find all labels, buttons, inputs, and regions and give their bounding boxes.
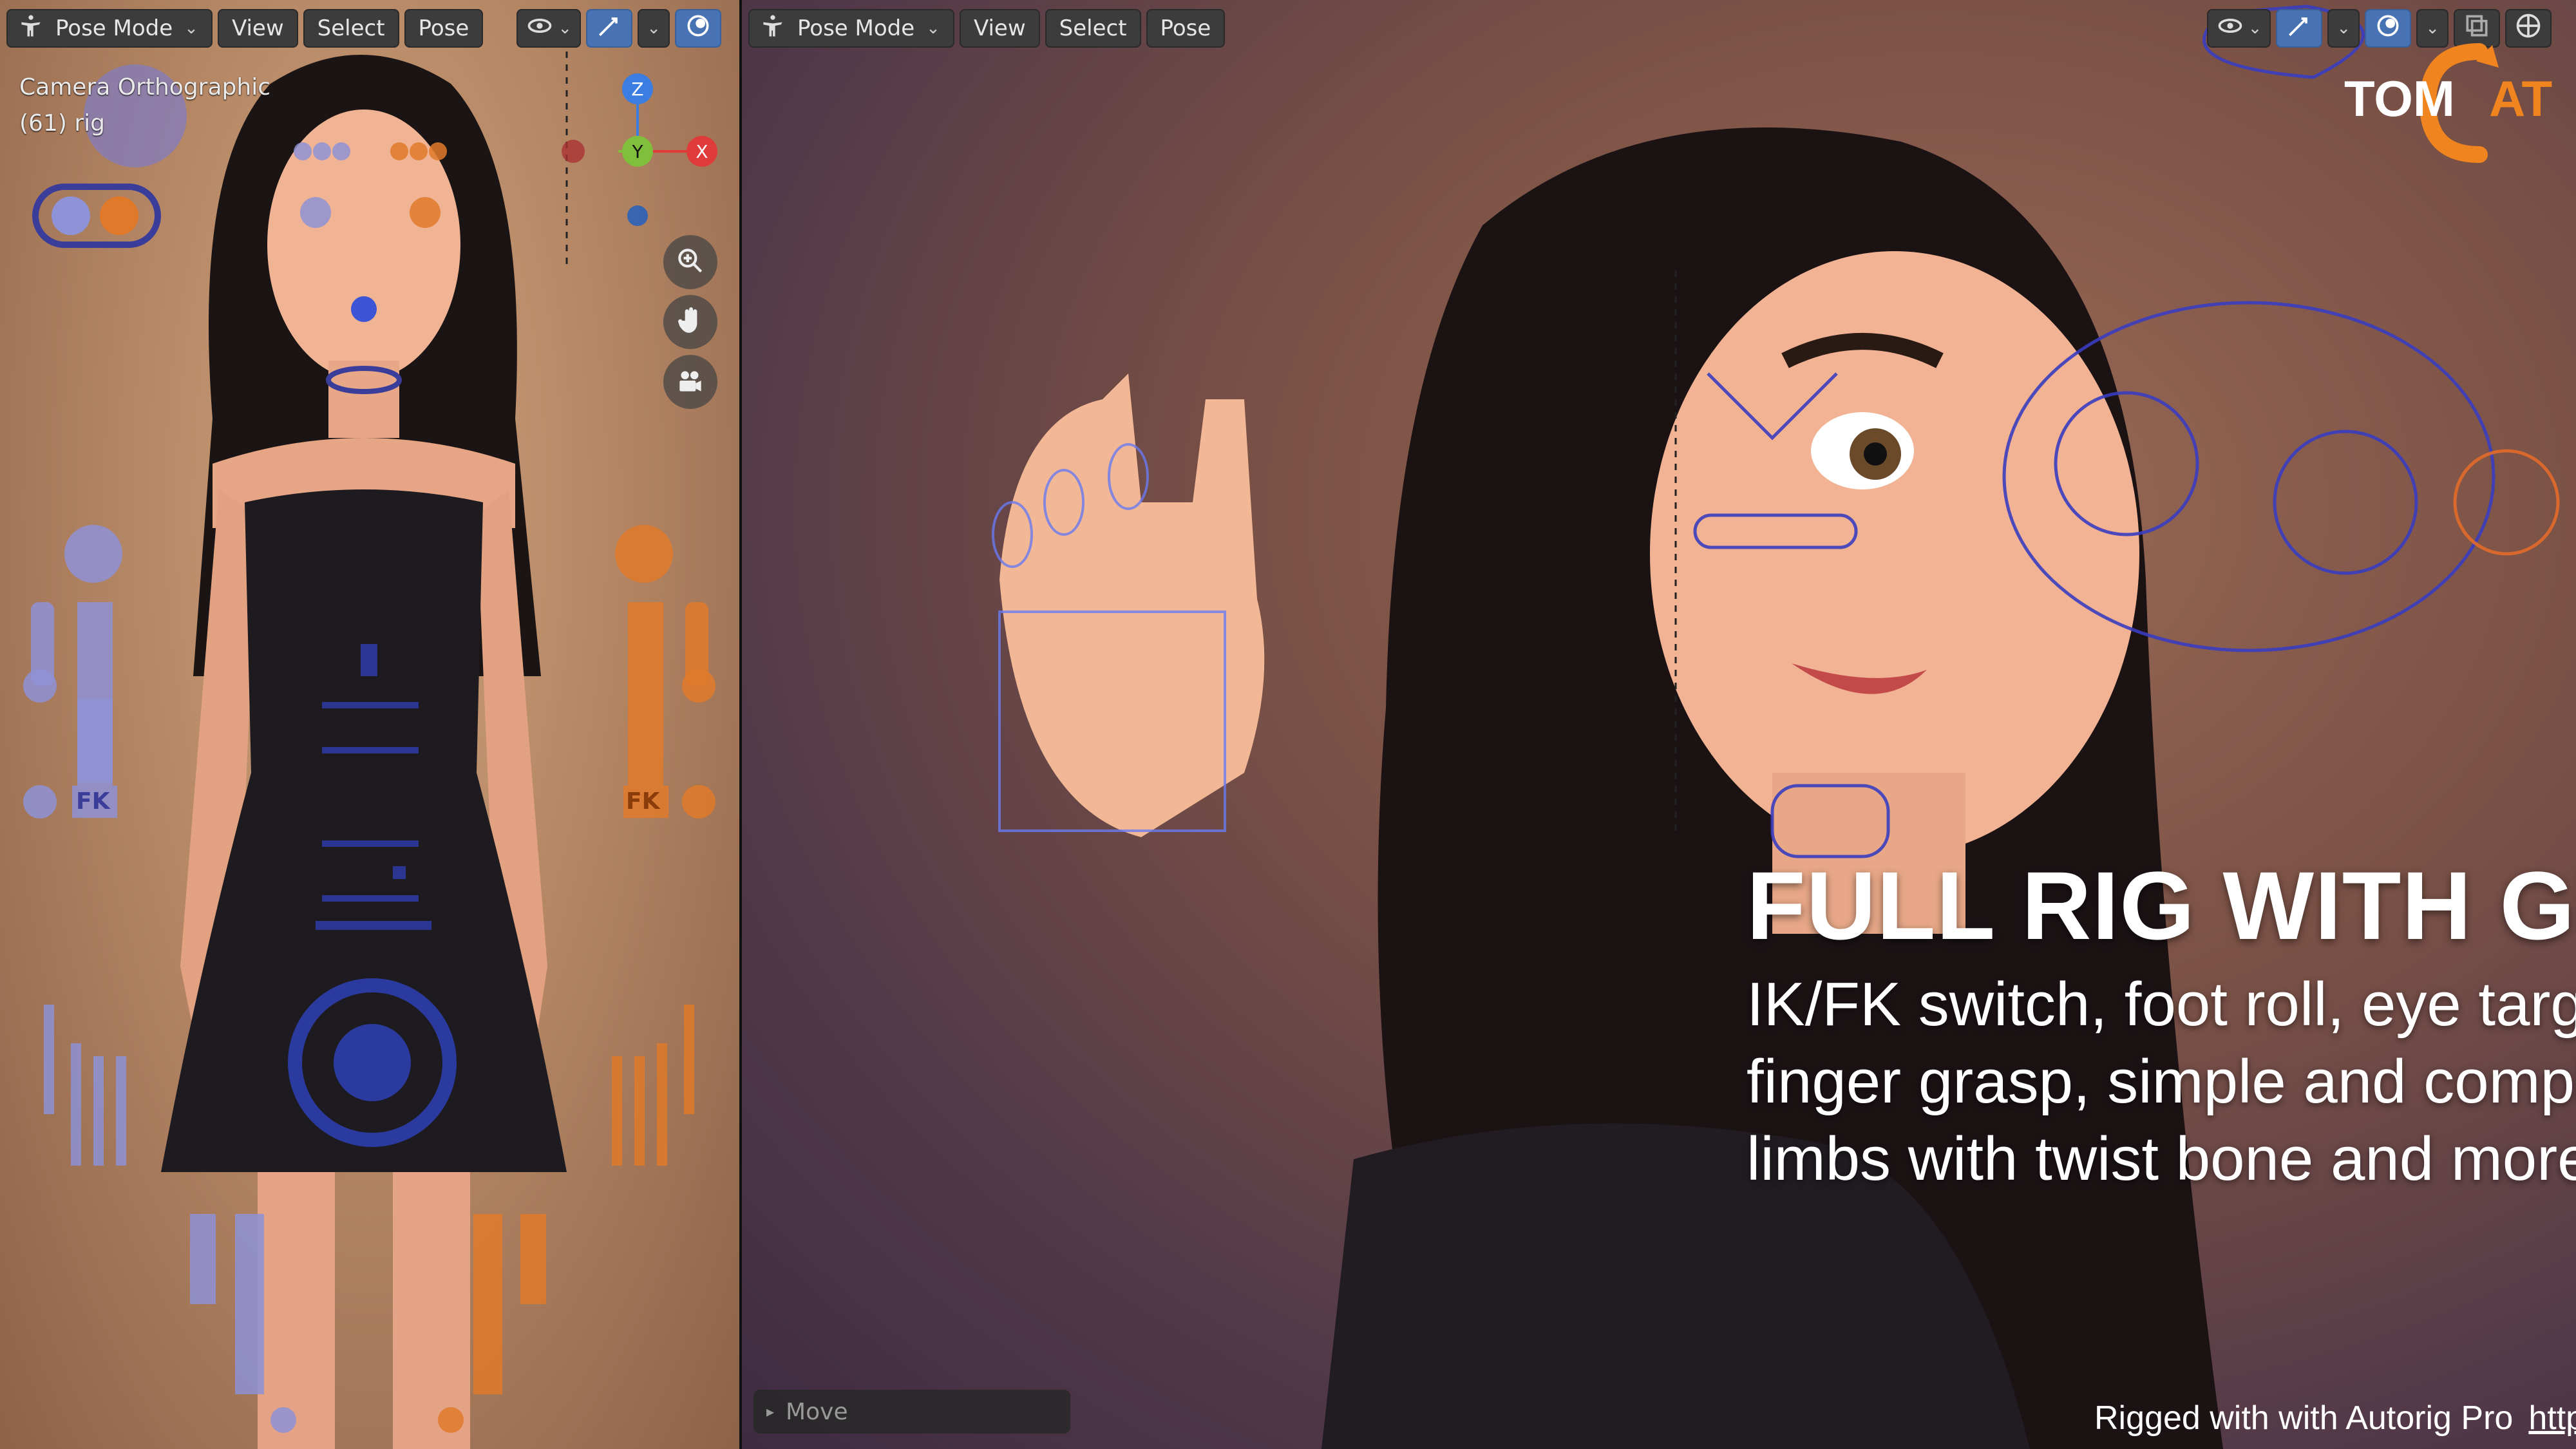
hand-pan-icon	[674, 305, 706, 339]
logo-text-left: TOM	[2344, 70, 2455, 127]
axis-x-label: X	[696, 141, 708, 162]
mode-selector[interactable]: Pose Mode ⌄	[6, 9, 213, 48]
tomcat-logo-mark: TOM AT	[2344, 43, 2552, 163]
camera-view-button[interactable]	[663, 355, 717, 409]
credit-text: Rigged with with Autorig Pro	[2094, 1399, 2514, 1437]
credit-line: Rigged with with Autorig Pro http://lucky…	[2094, 1399, 2576, 1437]
chevron-down-icon: ⌄	[647, 19, 661, 38]
pan-button[interactable]	[663, 295, 717, 349]
chevron-down-icon: ⌄	[2248, 19, 2262, 38]
gizmo-dropdown[interactable]: ⌄	[638, 9, 670, 48]
overlay-icon	[684, 12, 712, 46]
gizmo-toggle[interactable]	[2276, 9, 2323, 48]
pose-mode-icon	[759, 12, 787, 46]
mode-label: Pose Mode	[55, 15, 173, 41]
right-viewport-scene	[992, 5, 2560, 1449]
gizmo-icon	[2285, 12, 2313, 46]
axis-z-label: Z	[631, 79, 643, 100]
viewport-info: Camera Orthographic (61) rig	[19, 70, 270, 142]
pose-mode-icon	[17, 12, 45, 46]
select-menu[interactable]: Select	[303, 9, 399, 48]
chevron-down-icon: ⌄	[184, 19, 198, 38]
view-name: Camera Orthographic	[19, 74, 270, 100]
fk-label-right[interactable]: FK	[626, 788, 660, 815]
operator-panel-move[interactable]: ▸ Move	[753, 1390, 1070, 1434]
view-menu[interactable]: View	[217, 9, 298, 48]
pose-menu[interactable]: Pose	[1146, 9, 1226, 48]
visibility-dropdown[interactable]: ⌄	[516, 9, 582, 48]
mode-label: Pose Mode	[797, 15, 915, 41]
eye-icon	[526, 12, 554, 46]
operator-label: Move	[786, 1398, 848, 1425]
camera-icon	[674, 365, 706, 399]
left-3d-viewport[interactable]: FK FK Pose Mode ⌄ View Select Pose ⌄ ⌄ C…	[0, 0, 742, 1449]
mode-selector[interactable]: Pose Mode ⌄	[748, 9, 954, 48]
select-menu[interactable]: Select	[1045, 9, 1141, 48]
axis-y-label: Y	[631, 141, 643, 162]
gizmo-toggle[interactable]	[586, 9, 633, 48]
credit-link[interactable]: http://lucky3d.fr/auto-rig-pro/doc/index…	[2528, 1399, 2576, 1437]
left-viewport-header: Pose Mode ⌄ View Select Pose ⌄ ⌄	[6, 6, 733, 50]
overlay-title: FULL RIG WITH GUI PICKER	[1747, 851, 2576, 960]
fk-label-left[interactable]: FK	[76, 788, 110, 815]
right-3d-viewport[interactable]: Pose Mode ⌄ View Select Pose ⌄ ⌄ ⌄ FULL …	[742, 0, 2576, 1449]
eye-icon	[2216, 12, 2244, 46]
navigation-gizmo[interactable]: Z X Y	[554, 71, 721, 238]
object-info: (61) rig	[19, 110, 105, 137]
zoom-icon	[674, 245, 706, 279]
pose-menu[interactable]: Pose	[404, 9, 484, 48]
chevron-down-icon: ⌄	[558, 19, 573, 38]
tomcat-logo: TOM AT	[2344, 32, 2563, 163]
overlay-subtitle: IK/FK switch, foot roll, eye target lock…	[1747, 970, 2576, 1193]
logo-text-right: AT	[2489, 70, 2552, 127]
overlay-toggle[interactable]	[675, 9, 721, 48]
gizmo-icon	[595, 12, 623, 46]
view-menu[interactable]: View	[959, 9, 1040, 48]
chevron-down-icon: ⌄	[926, 19, 940, 38]
expand-triangle-icon: ▸	[766, 1403, 775, 1421]
visibility-dropdown[interactable]: ⌄	[2206, 9, 2271, 48]
zoom-button[interactable]	[663, 235, 717, 289]
right-viewport-header: Pose Mode ⌄ View Select Pose ⌄ ⌄ ⌄	[748, 6, 2570, 50]
